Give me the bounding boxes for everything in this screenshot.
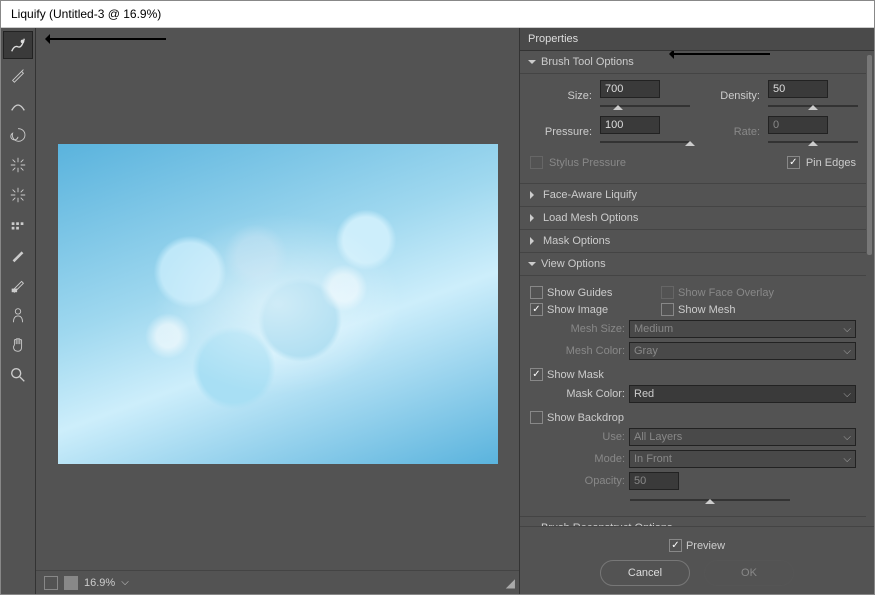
size-slider[interactable] bbox=[600, 100, 690, 112]
use-select: All Layers bbox=[629, 428, 856, 446]
bloat-tool[interactable] bbox=[3, 181, 33, 209]
section-label: Brush Tool Options bbox=[541, 56, 634, 68]
show-backdrop-checkbox[interactable] bbox=[530, 411, 543, 424]
pressure-label: Pressure: bbox=[530, 126, 592, 138]
section-view-options[interactable]: View Options bbox=[520, 253, 866, 276]
backdrop-label: Show Backdrop bbox=[547, 412, 624, 424]
show-image-checkbox[interactable] bbox=[530, 303, 543, 316]
stylus-label: Stylus Pressure bbox=[549, 157, 626, 169]
section-face-aware[interactable]: Face-Aware Liquify bbox=[520, 184, 866, 207]
mesh-color-label: Mesh Color: bbox=[530, 345, 625, 357]
section-load-mesh[interactable]: Load Mesh Options bbox=[520, 207, 866, 230]
preview-checkbox[interactable] bbox=[669, 539, 682, 552]
rate-slider[interactable] bbox=[768, 136, 858, 148]
density-input[interactable] bbox=[768, 80, 828, 98]
forward-warp-tool[interactable] bbox=[3, 31, 33, 59]
brush-options-body: Size: Density: Pressure: bbox=[520, 74, 866, 184]
show-mask-checkbox[interactable] bbox=[530, 368, 543, 381]
canvas-wrap bbox=[36, 28, 519, 570]
mode-select: In Front bbox=[629, 450, 856, 468]
smooth-tool[interactable] bbox=[3, 91, 33, 119]
mesh-label: Show Mesh bbox=[678, 304, 735, 316]
preview-label: Preview bbox=[686, 540, 725, 552]
opacity-label: Opacity: bbox=[530, 475, 625, 487]
opacity-input bbox=[629, 472, 679, 490]
tool-palette bbox=[1, 28, 36, 594]
show-mesh-checkbox[interactable] bbox=[661, 303, 674, 316]
disclosure-open-icon bbox=[528, 526, 536, 527]
resize-handle-icon[interactable]: ◢ bbox=[506, 576, 515, 590]
zoom-tool[interactable] bbox=[3, 361, 33, 389]
panel-scroll: Brush Tool Options Size: Density: bbox=[520, 51, 874, 526]
cancel-button[interactable]: Cancel bbox=[600, 560, 690, 586]
guides-label: Show Guides bbox=[547, 287, 657, 299]
image-canvas[interactable] bbox=[58, 144, 498, 464]
show-guides-checkbox[interactable] bbox=[530, 286, 543, 299]
main-content: 16.9% ⌵ ◢ Properties Brush Tool Options bbox=[1, 28, 874, 594]
zoom-bar: 16.9% ⌵ bbox=[36, 570, 519, 594]
mode-label: Mode: bbox=[530, 453, 625, 465]
pressure-input[interactable] bbox=[600, 116, 660, 134]
zoom-dropdown-icon[interactable]: ⌵ bbox=[121, 577, 129, 588]
twirl-tool[interactable] bbox=[3, 121, 33, 149]
disclosure-open-icon bbox=[528, 60, 536, 68]
disclosure-closed-icon bbox=[530, 237, 538, 245]
size-input[interactable] bbox=[600, 80, 660, 98]
section-label: View Options bbox=[541, 258, 606, 270]
pucker-tool[interactable] bbox=[3, 151, 33, 179]
mesh-size-select: Medium bbox=[629, 320, 856, 338]
face-tool[interactable] bbox=[3, 301, 33, 329]
zoom-box-icon-2[interactable] bbox=[64, 576, 78, 590]
section-brush-options[interactable]: Brush Tool Options bbox=[520, 51, 866, 74]
disclosure-closed-icon bbox=[530, 191, 538, 199]
use-label: Use: bbox=[530, 431, 625, 443]
disclosure-closed-icon bbox=[530, 214, 538, 222]
window-title: Liquify (Untitled-3 @ 16.9%) bbox=[1, 1, 874, 28]
rate-input[interactable] bbox=[768, 116, 828, 134]
mask-color-select[interactable]: Red bbox=[629, 385, 856, 403]
size-label: Size: bbox=[530, 90, 592, 102]
density-slider[interactable] bbox=[768, 100, 858, 112]
image-label: Show Image bbox=[547, 304, 657, 316]
freeze-mask-tool[interactable] bbox=[3, 241, 33, 269]
view-options-body: Show Guides Show Face Overlay Show Image… bbox=[520, 276, 866, 517]
pin-edges-checkbox[interactable] bbox=[787, 156, 800, 169]
density-label: Density: bbox=[698, 90, 760, 102]
show-mask-label: Show Mask bbox=[547, 369, 604, 381]
liquify-dialog: Liquify (Untitled-3 @ 16.9%) 16.9 bbox=[0, 0, 875, 595]
section-label: Load Mesh Options bbox=[543, 212, 638, 224]
section-reconstruct[interactable]: Brush Reconstruct Options bbox=[520, 517, 866, 526]
reconstruct-tool[interactable] bbox=[3, 61, 33, 89]
annotation-arrow-tool bbox=[46, 38, 166, 40]
zoom-box-icon[interactable] bbox=[44, 576, 58, 590]
opacity-slider bbox=[630, 494, 790, 506]
section-mask-options[interactable]: Mask Options bbox=[520, 230, 866, 253]
annotation-arrow-brush bbox=[670, 53, 770, 55]
pressure-slider[interactable] bbox=[600, 136, 690, 148]
panel-footer: Preview Cancel OK bbox=[520, 526, 874, 594]
thaw-mask-tool[interactable] bbox=[3, 271, 33, 299]
disclosure-open-icon bbox=[528, 262, 536, 270]
section-label: Mask Options bbox=[543, 235, 610, 247]
properties-panel: Properties Brush Tool Options Size: bbox=[519, 28, 874, 594]
show-face-overlay-checkbox bbox=[661, 286, 674, 299]
push-left-tool[interactable] bbox=[3, 211, 33, 239]
mask-color-label: Mask Color: bbox=[530, 388, 625, 400]
ok-button[interactable]: OK bbox=[704, 560, 794, 586]
hand-tool[interactable] bbox=[3, 331, 33, 359]
canvas-area: 16.9% ⌵ ◢ bbox=[36, 28, 519, 594]
mesh-size-label: Mesh Size: bbox=[530, 323, 625, 335]
mesh-color-select: Gray bbox=[629, 342, 856, 360]
zoom-value[interactable]: 16.9% bbox=[84, 577, 115, 589]
scrollbar[interactable] bbox=[867, 55, 872, 255]
panel-title: Properties bbox=[520, 28, 874, 51]
pin-label: Pin Edges bbox=[806, 157, 856, 169]
section-label: Face-Aware Liquify bbox=[543, 189, 637, 201]
rate-label: Rate: bbox=[698, 126, 760, 138]
section-label: Brush Reconstruct Options bbox=[541, 522, 672, 526]
stylus-pressure-checkbox bbox=[530, 156, 543, 169]
face-overlay-label: Show Face Overlay bbox=[678, 287, 774, 299]
